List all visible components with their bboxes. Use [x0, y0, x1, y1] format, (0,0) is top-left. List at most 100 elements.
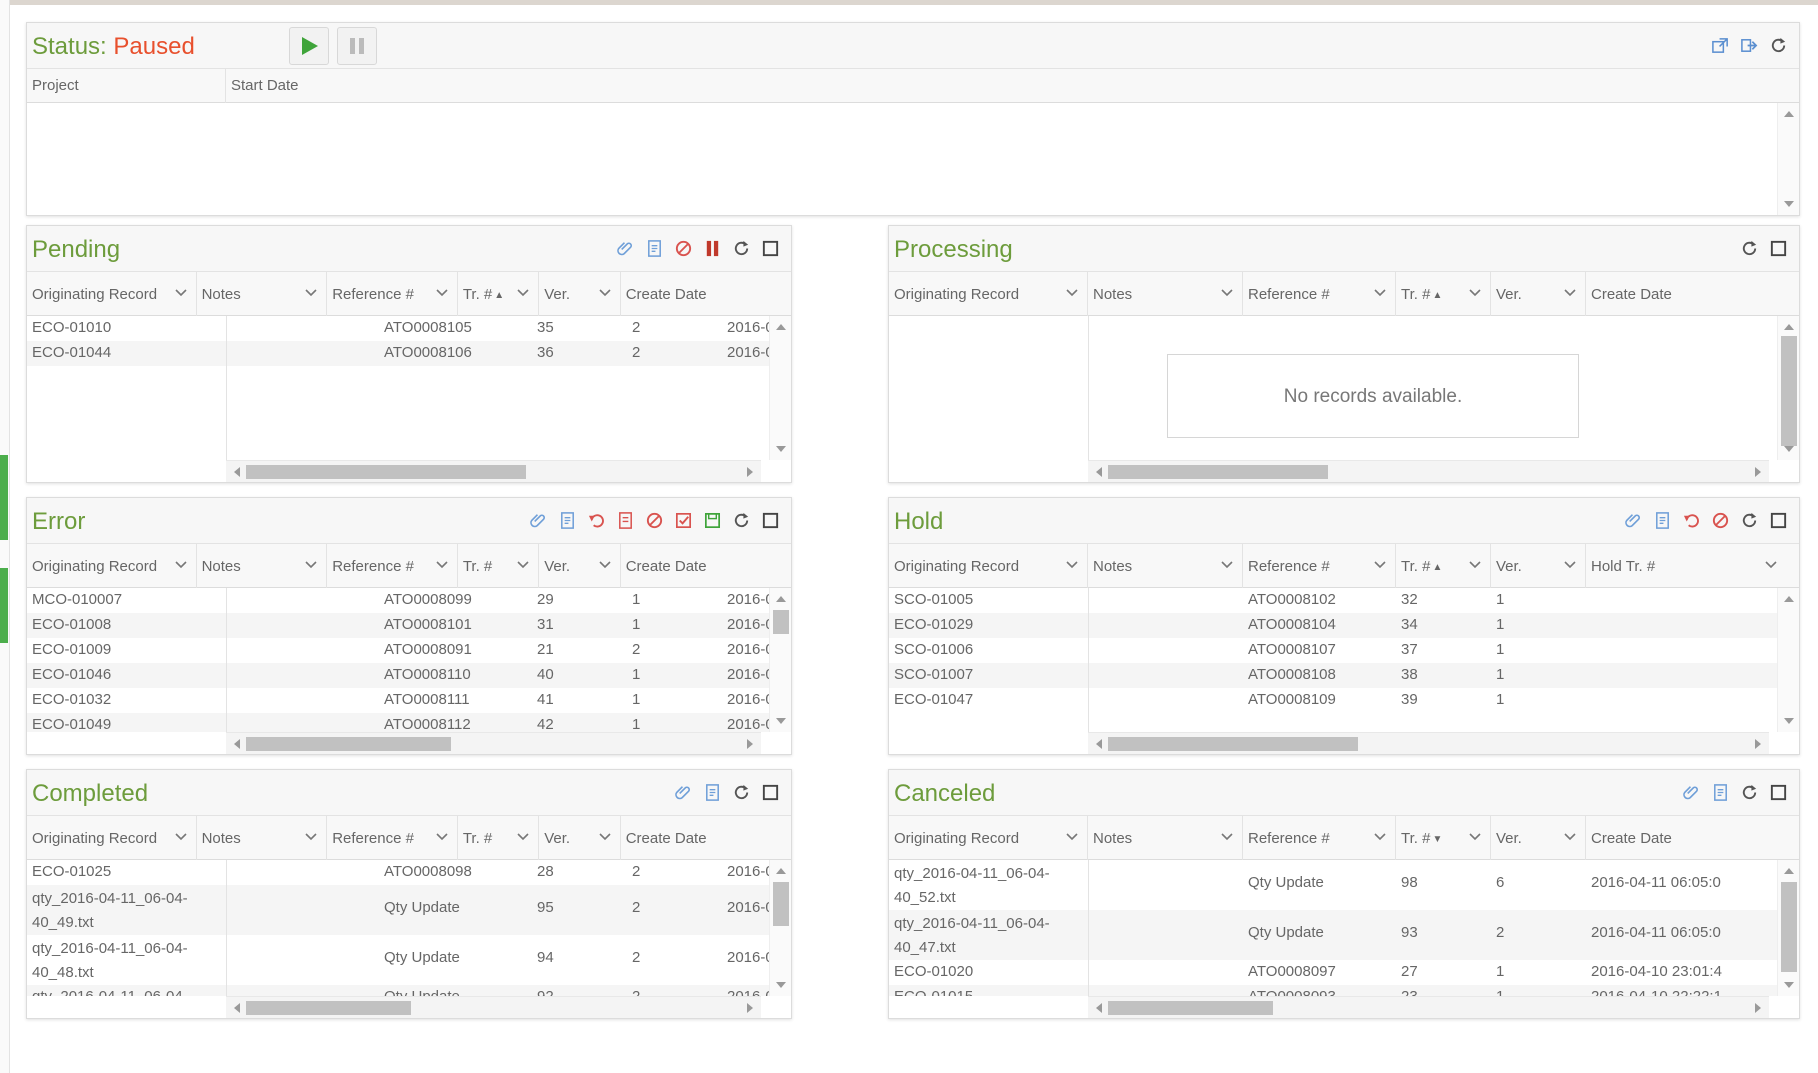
processing-vscroll[interactable]: [1777, 316, 1799, 460]
status-vscroll[interactable]: [1777, 103, 1799, 215]
chevron-down-icon[interactable]: [516, 558, 530, 572]
canceled-col-4[interactable]: Ver.: [1491, 816, 1586, 860]
chevron-down-icon[interactable]: [1220, 558, 1234, 572]
pending-maximize-button[interactable]: [759, 236, 781, 260]
chevron-down-icon[interactable]: [1065, 286, 1079, 300]
chevron-down-icon[interactable]: [1468, 558, 1482, 572]
error-col-2[interactable]: Reference #: [327, 544, 458, 588]
pending-col-1[interactable]: Notes: [197, 272, 328, 316]
completed-vscroll[interactable]: [769, 860, 791, 996]
pause-button[interactable]: [337, 27, 377, 65]
chevron-down-icon[interactable]: [174, 830, 188, 844]
error-save-button[interactable]: [701, 508, 723, 532]
error-col-3[interactable]: Tr. #: [458, 544, 540, 588]
chevron-down-icon[interactable]: [1468, 830, 1482, 844]
chevron-down-icon[interactable]: [598, 558, 612, 572]
pending-vscroll[interactable]: [769, 316, 791, 460]
pending-col-3[interactable]: Tr. # ▲: [458, 272, 540, 316]
canceled-maximize-button[interactable]: [1767, 780, 1789, 804]
table-row[interactable]: ECO-01046ATO00081104012016-04-11 03:01:2: [27, 663, 791, 688]
completed-col-4[interactable]: Ver.: [539, 816, 621, 860]
canceled-col-0[interactable]: Originating Record: [889, 816, 1088, 860]
hold-col-5[interactable]: Hold Tr. #: [1586, 544, 1786, 588]
error-cancel-button[interactable]: [643, 508, 665, 532]
canceled-paperclip-button[interactable]: [1680, 780, 1702, 804]
chevron-down-icon[interactable]: [1563, 286, 1577, 300]
chevron-down-icon[interactable]: [304, 830, 318, 844]
completed-maximize-button[interactable]: [759, 780, 781, 804]
error-paperclip-button[interactable]: [527, 508, 549, 532]
completed-refresh-button[interactable]: [730, 780, 752, 804]
chevron-down-icon[interactable]: [516, 830, 530, 844]
pending-pause-button[interactable]: [701, 236, 723, 260]
canceled-col-3[interactable]: Tr. # ▼: [1396, 816, 1491, 860]
pending-col-5[interactable]: Create Date: [621, 272, 791, 316]
hold-col-2[interactable]: Reference #: [1243, 544, 1396, 588]
hold-col-1[interactable]: Notes: [1088, 544, 1243, 588]
canceled-col-1[interactable]: Notes: [1088, 816, 1243, 860]
completed-paperclip-button[interactable]: [672, 780, 694, 804]
hold-paperclip-button[interactable]: [1622, 508, 1644, 532]
error-notes-button[interactable]: [556, 508, 578, 532]
completed-col-3[interactable]: Tr. #: [458, 816, 540, 860]
chevron-down-icon[interactable]: [598, 830, 612, 844]
completed-col-2[interactable]: Reference #: [327, 816, 458, 860]
table-row[interactable]: SCO-01005 ATO0008102 32 1: [889, 588, 1799, 613]
processing-col-5[interactable]: Create Date: [1586, 272, 1786, 316]
table-row[interactable]: ECO-01020 ATO0008097 27 1 2016-04-10 23:01:4: [889, 960, 1799, 985]
canceled-hscroll[interactable]: [1088, 996, 1769, 1018]
error-maximize-button[interactable]: [759, 508, 781, 532]
processing-hscroll[interactable]: [1088, 460, 1769, 482]
completed-col-0[interactable]: Originating Record: [27, 816, 197, 860]
chevron-down-icon[interactable]: [1220, 830, 1234, 844]
table-row[interactable]: ECO-01025ATO00080982822016-04-10 23:07:2: [27, 860, 791, 885]
hold-col-0[interactable]: Originating Record: [889, 544, 1088, 588]
error-undo-button[interactable]: [585, 508, 607, 532]
hold-notes-button[interactable]: [1651, 508, 1673, 532]
chevron-down-icon[interactable]: [1373, 830, 1387, 844]
error-hscroll[interactable]: [226, 732, 761, 754]
table-row[interactable]: SCO-01007 ATO0008108 38 1: [889, 663, 1799, 688]
chevron-down-icon[interactable]: [174, 558, 188, 572]
error-vscroll[interactable]: [769, 588, 791, 732]
processing-col-2[interactable]: Reference #: [1243, 272, 1396, 316]
error-document-button[interactable]: [614, 508, 636, 532]
chevron-down-icon[interactable]: [1764, 558, 1778, 572]
error-col-4[interactable]: Ver.: [539, 544, 621, 588]
table-row[interactable]: ECO-01029 ATO0008104 34 1: [889, 613, 1799, 638]
error-approve-button[interactable]: [672, 508, 694, 532]
error-col-5[interactable]: Create Date: [621, 544, 791, 588]
pending-col-2[interactable]: Reference #: [327, 272, 458, 316]
chevron-down-icon[interactable]: [1065, 558, 1079, 572]
hold-cancel-button[interactable]: [1709, 508, 1731, 532]
completed-notes-button[interactable]: [701, 780, 723, 804]
pending-paperclip-button[interactable]: [614, 236, 636, 260]
canceled-vscroll[interactable]: [1777, 860, 1799, 996]
chevron-down-icon[interactable]: [174, 286, 188, 300]
table-row[interactable]: ECO-01047 ATO0008109 39 1: [889, 688, 1799, 713]
table-row[interactable]: qty_2016-04-11_06-04-40_48.txt Qty Update…: [27, 935, 791, 985]
chevron-down-icon[interactable]: [304, 558, 318, 572]
chevron-down-icon[interactable]: [435, 558, 449, 572]
chevron-down-icon[interactable]: [435, 286, 449, 300]
canceled-col-5[interactable]: Create Date: [1586, 816, 1786, 860]
chevron-down-icon[interactable]: [1220, 286, 1234, 300]
col-project[interactable]: Project: [27, 69, 226, 103]
hold-maximize-button[interactable]: [1767, 508, 1789, 532]
chevron-down-icon[interactable]: [1065, 830, 1079, 844]
hold-col-3[interactable]: Tr. # ▲: [1396, 544, 1491, 588]
error-refresh-button[interactable]: [730, 508, 752, 532]
canceled-notes-button[interactable]: [1709, 780, 1731, 804]
chevron-down-icon[interactable]: [304, 286, 318, 300]
hold-vscroll[interactable]: [1777, 588, 1799, 732]
completed-hscroll[interactable]: [226, 996, 761, 1018]
canceled-refresh-button[interactable]: [1738, 780, 1760, 804]
table-row[interactable]: ECO-01032ATO00081114112016-04-11 03:03:0: [27, 688, 791, 713]
processing-col-3[interactable]: Tr. # ▲: [1396, 272, 1491, 316]
chevron-down-icon[interactable]: [1468, 286, 1482, 300]
processing-refresh-button[interactable]: [1738, 236, 1760, 260]
hold-hscroll[interactable]: [1088, 732, 1769, 754]
table-row[interactable]: ECO-01010ATO00081053522016-04-11 02:04:1: [27, 316, 791, 341]
table-row[interactable]: qty_2016-04-11_06-04-40_49.txt Qty Update…: [27, 885, 791, 935]
open-external-button[interactable]: [1709, 33, 1731, 57]
